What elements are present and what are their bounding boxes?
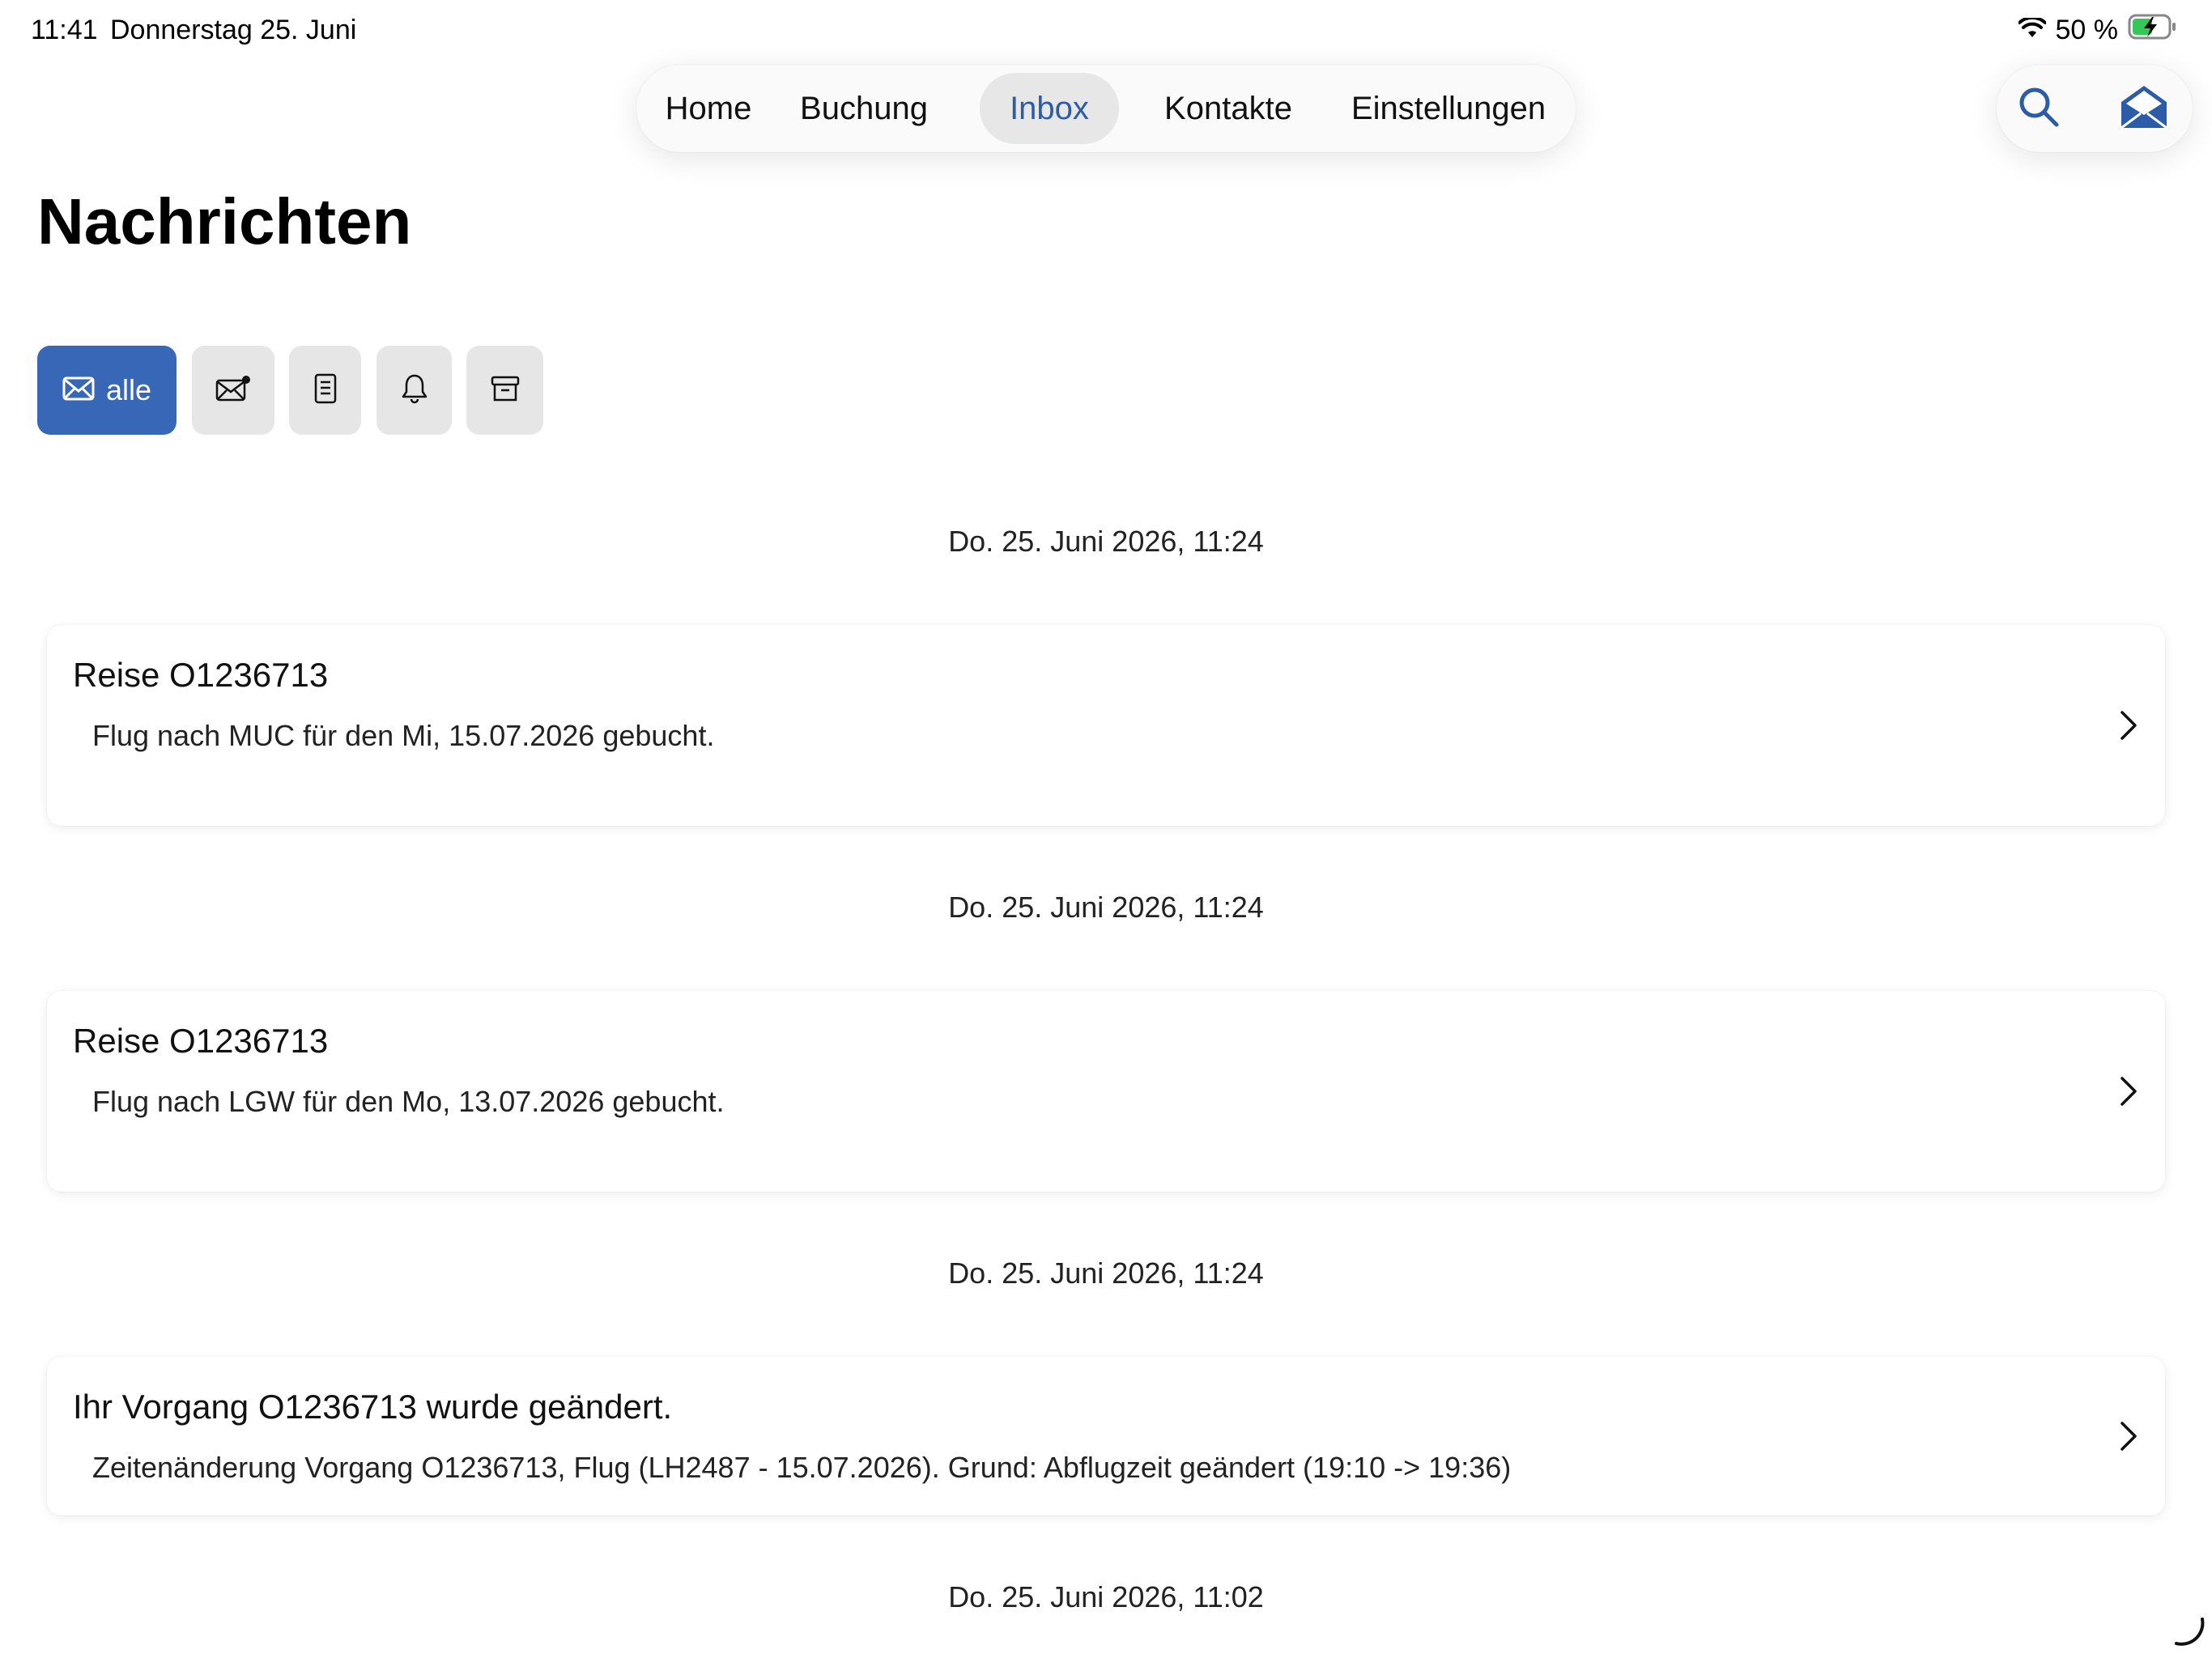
message-title: Reise O1236713 — [73, 1022, 329, 1060]
message-card[interactable]: Ihr Vorgang O1236713 wurde geändert. Zei… — [47, 1357, 2165, 1516]
filter-documents-button[interactable] — [289, 346, 361, 435]
search-button[interactable] — [2006, 76, 2071, 141]
search-icon — [2016, 84, 2061, 134]
loading-spinner-icon — [2175, 1618, 2205, 1646]
message-card[interactable]: Reise O1236713 Flug nach LGW für den Mo,… — [47, 991, 2165, 1192]
bell-icon — [401, 373, 428, 408]
mail-open-icon — [2118, 83, 2170, 135]
mail-button[interactable] — [2112, 76, 2176, 141]
envelope-icon — [62, 376, 95, 406]
message-card[interactable]: Reise O1236713 Flug nach MUC für den Mi,… — [47, 625, 2165, 826]
message-body: Zeitenänderung Vorgang O1236713, Flug (L… — [92, 1451, 1512, 1484]
filter-unread-button[interactable] — [192, 346, 274, 435]
filter-all-button[interactable]: alle — [37, 346, 177, 435]
page-title: Nachrichten — [37, 185, 412, 257]
message-date: Do. 25. Juni 2026, 11:24 — [948, 1256, 1264, 1290]
message-title: Ihr Vorgang O1236713 wurde geändert. — [73, 1388, 673, 1426]
tab-bar: Home Buchung Inbox Kontakte Einstellunge… — [636, 65, 1576, 152]
chevron-right-icon — [2121, 1422, 2137, 1451]
message-title: Reise O1236713 — [73, 656, 329, 694]
filter-all-label: alle — [105, 373, 152, 406]
tab-buchung[interactable]: Buchung — [779, 73, 949, 144]
status-time: 11:41 — [31, 15, 98, 45]
tab-inbox[interactable]: Inbox — [980, 73, 1119, 144]
battery-charging-icon — [2128, 13, 2178, 48]
filter-notifications-button[interactable] — [376, 346, 452, 435]
filter-archive-button[interactable] — [466, 346, 543, 435]
battery-percent: 50 % — [2055, 15, 2119, 45]
wifi-icon — [2017, 15, 2047, 46]
message-date: Do. 25. Juni 2026, 11:24 — [948, 891, 1264, 924]
status-date: Donnerstag 25. Juni — [110, 15, 357, 45]
status-indicators: 50 % — [2017, 13, 2179, 48]
tab-einstellungen[interactable]: Einstellungen — [1333, 73, 1564, 144]
envelope-unread-icon — [215, 375, 251, 406]
message-body: Flug nach MUC für den Mi, 15.07.2026 geb… — [92, 719, 715, 752]
message-date: Do. 25. Juni 2026, 11:02 — [948, 1580, 1264, 1613]
chevron-right-icon — [2121, 711, 2137, 740]
action-pill — [1997, 65, 2193, 152]
chevron-right-icon — [2121, 1077, 2137, 1106]
message-body: Flug nach LGW für den Mo, 13.07.2026 geb… — [92, 1085, 725, 1118]
tab-home[interactable]: Home — [649, 73, 768, 144]
message-date: Do. 25. Juni 2026, 11:24 — [948, 525, 1264, 558]
inbox-screen: 11:41 Donnerstag 25. Juni 50 % Home Buch… — [0, 0, 2212, 1658]
tab-kontakte[interactable]: Kontakte — [1135, 73, 1321, 144]
document-icon — [314, 373, 337, 408]
archive-icon — [491, 375, 520, 406]
